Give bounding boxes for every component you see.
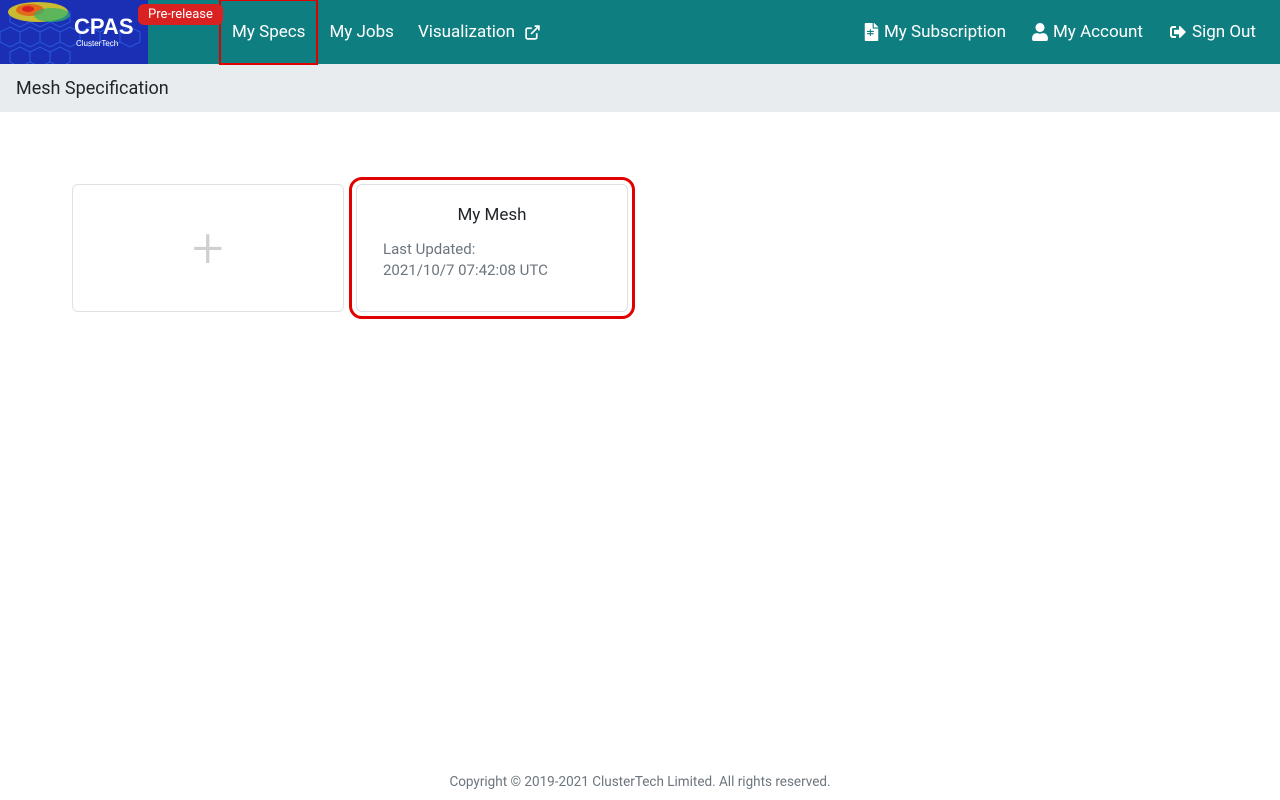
page-header: Mesh Specification — [0, 64, 1280, 112]
page-title: Mesh Specification — [16, 78, 169, 99]
invoice-icon — [864, 23, 879, 41]
nav-visualization-label: Visualization — [418, 22, 515, 42]
mesh-updated: Last Updated: 2021/10/7 07:42:08 UTC — [383, 239, 601, 281]
nav-my-specs[interactable]: My Specs — [220, 0, 317, 64]
mesh-updated-label: Last Updated: — [383, 239, 601, 260]
sign-out-icon — [1169, 24, 1187, 40]
nav-my-jobs-label: My Jobs — [329, 22, 394, 42]
nav-my-account-label: My Account — [1053, 22, 1143, 42]
nav-visualization[interactable]: Visualization — [406, 0, 553, 64]
brand-sub-text: ClusterTech — [76, 39, 118, 48]
nav-left: My Specs My Jobs Visualization — [220, 0, 553, 64]
nav-my-subscription-label: My Subscription — [884, 22, 1006, 42]
mesh-spec-card[interactable]: My Mesh Last Updated: 2021/10/7 07:42:08… — [356, 184, 628, 312]
brand-name-text: CPAS — [74, 14, 134, 39]
nav-sign-out-label: Sign Out — [1192, 22, 1256, 42]
user-icon — [1032, 23, 1048, 41]
brand-logo[interactable]: CPAS ClusterTech Pre-release — [0, 0, 148, 64]
nav-sign-out[interactable]: Sign Out — [1163, 0, 1262, 64]
nav-right: My Subscription My Account Sign Out — [858, 0, 1280, 64]
mesh-title: My Mesh — [383, 205, 601, 225]
add-spec-card[interactable]: + — [72, 184, 344, 312]
pre-release-badge: Pre-release — [138, 4, 223, 25]
nav-my-specs-label: My Specs — [232, 22, 305, 42]
footer: Copyright © 2019-2021 ClusterTech Limite… — [0, 774, 1280, 790]
navbar: CPAS ClusterTech Pre-release My Specs My… — [0, 0, 1280, 64]
footer-text: Copyright © 2019-2021 ClusterTech Limite… — [449, 774, 830, 790]
mesh-updated-value: 2021/10/7 07:42:08 UTC — [383, 260, 601, 281]
content-area: + My Mesh Last Updated: 2021/10/7 07:42:… — [0, 112, 1280, 312]
plus-icon: + — [192, 220, 224, 276]
nav-my-account[interactable]: My Account — [1026, 0, 1149, 64]
nav-my-subscription[interactable]: My Subscription — [858, 0, 1012, 64]
external-link-icon — [524, 24, 541, 41]
nav-my-jobs[interactable]: My Jobs — [317, 0, 406, 64]
